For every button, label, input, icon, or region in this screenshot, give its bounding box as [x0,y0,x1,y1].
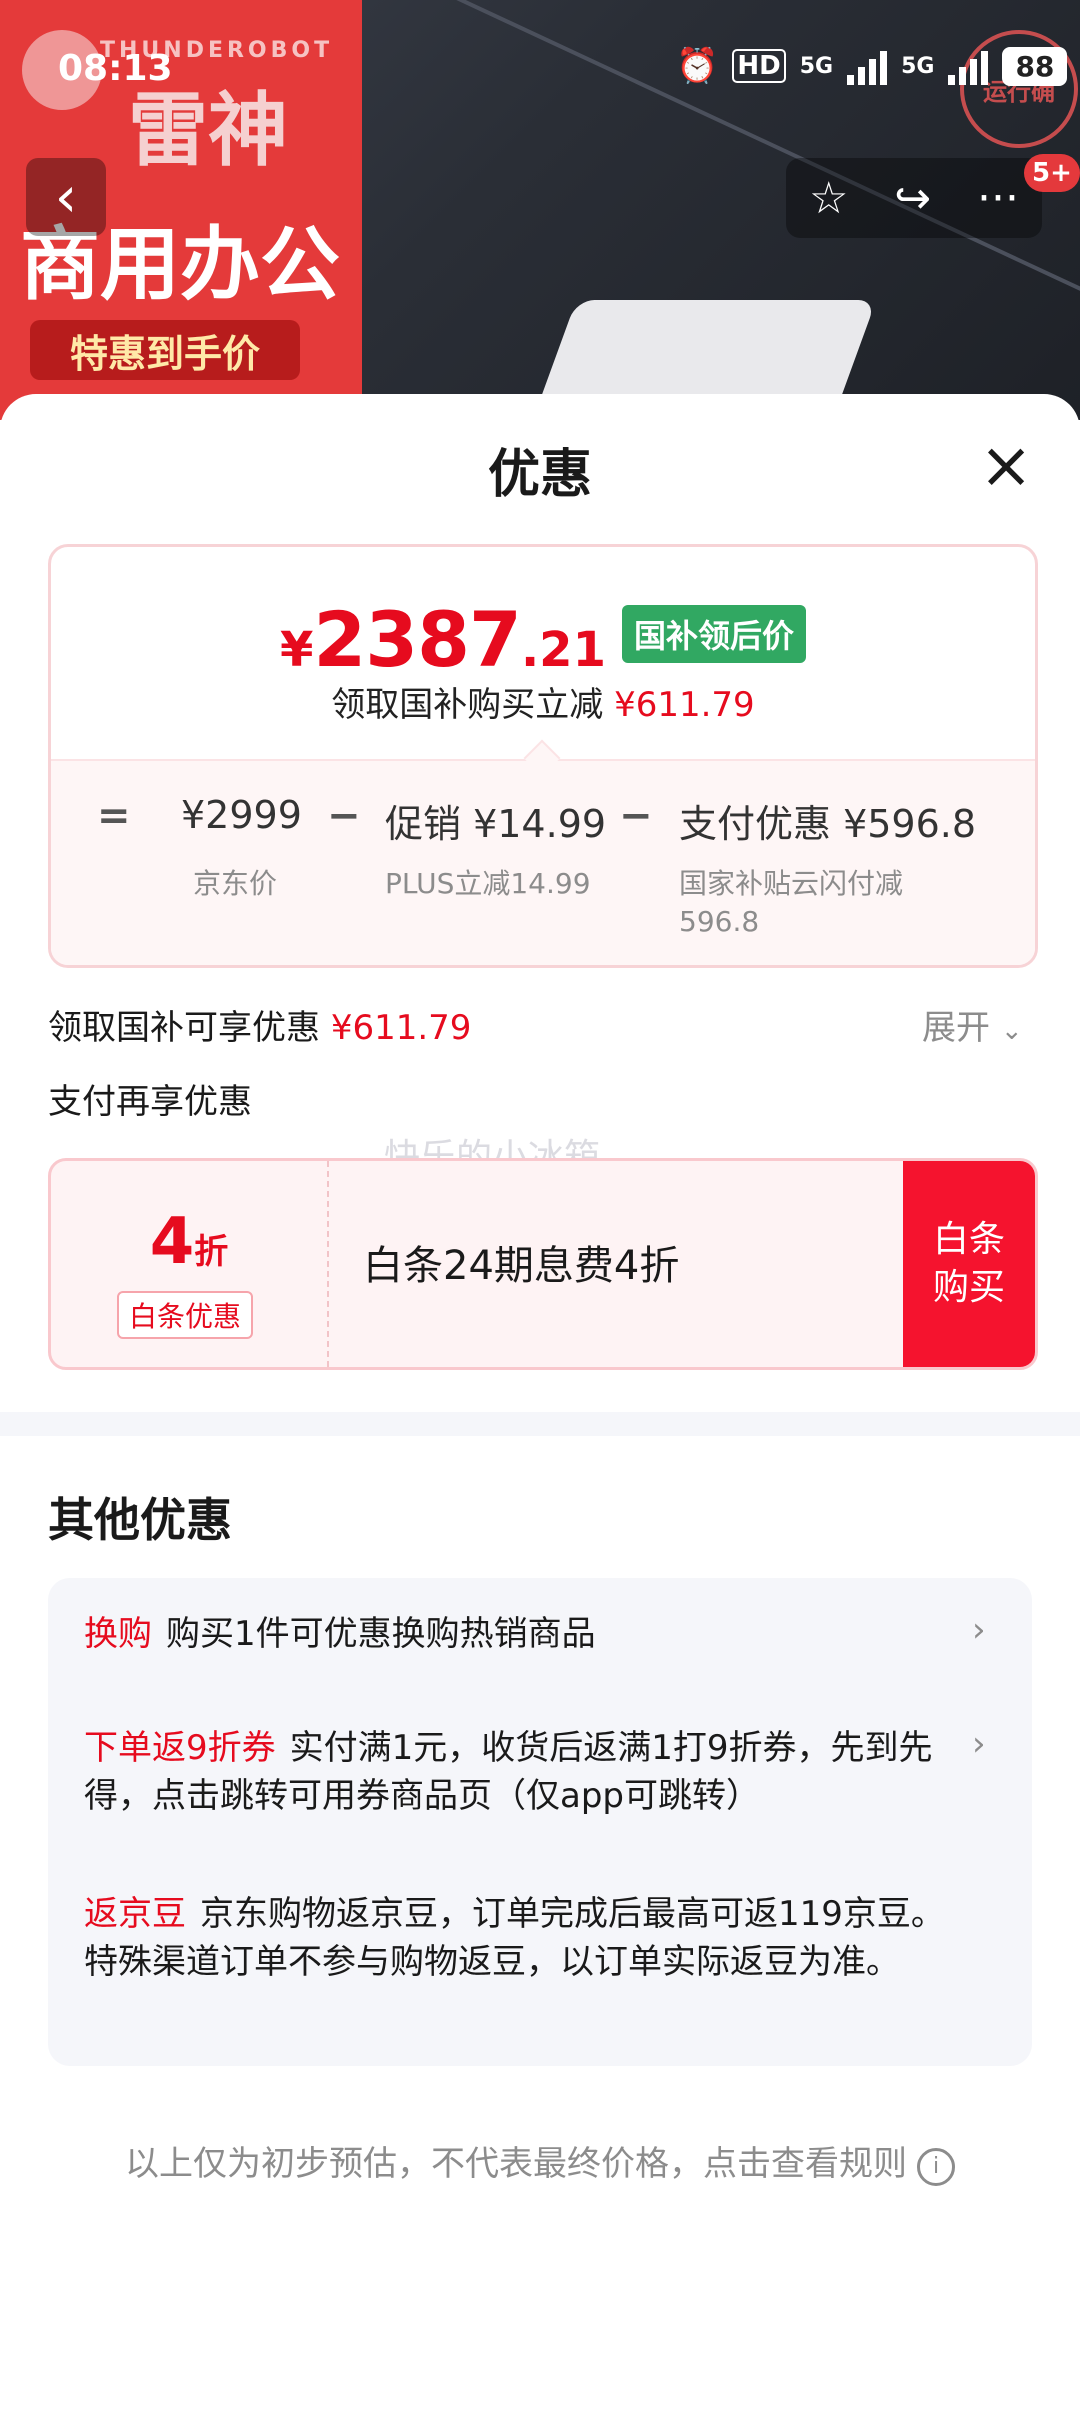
buy-button-line2: 购买 [932,1267,1005,1308]
nav-actions: ☆ ↪ ··· [786,158,1042,238]
formula-amount-jd: ¥2999 [181,793,302,837]
price-tag: 国补领后价 [621,604,806,663]
chevron-right-icon[interactable]: › [972,1724,986,1764]
price-decimal: .21 [520,622,606,678]
status-bar: 08:13 ⏰ HD 5G 5G 88 [0,0,1080,140]
status-time: 08:13 [58,48,173,89]
back-button[interactable]: ‹ [26,158,106,236]
coupon-discount-number: 4 [149,1205,195,1279]
list-item-jd-beans: 返京豆 京东购物返京豆，订单完成后最高可返119京豆。特殊渠道订单不参与购物返豆，… [84,1890,964,1986]
alarm-icon: ⏰ [676,46,719,86]
notification-badge: 5+ [1024,154,1080,192]
coupon-description: 白条24期息费4折 [363,1243,680,1289]
formula-label-promo: PLUS立减14.99 [385,867,591,900]
coupon-discount: 4折 [51,1205,327,1279]
chevron-left-icon: ‹ [54,164,78,230]
chevron-down-icon: ⌄ [1000,1016,1023,1046]
rules-note[interactable]: 以上仅为初步预估，不代表最终价格，点击查看规则 i [0,2136,1080,2188]
share-icon[interactable]: ↪ [894,173,931,224]
baitiao-buy-button[interactable]: 白条 购买 [903,1161,1035,1367]
status-icons: ⏰ HD 5G 5G 88 [676,46,1068,86]
coupon-discount-unit: 折 [194,1232,229,1272]
expand-label: 展开 [922,1008,990,1048]
formula-amount-promo: 促销 ¥14.99 [385,802,607,846]
discount-sheet: 优惠 × ¥ 2387 .21 国补领后价 领取国补购买立减 ¥611.79 =… [0,394,1080,2412]
rules-note-text: 以上仅为初步预估，不代表最终价格，点击查看规则 [125,2144,907,2184]
item-text: 京东购物返京豆，订单完成后最高可返119京豆。特殊渠道订单不参与购物返豆，以订单… [84,1894,945,1982]
more-icon[interactable]: ··· [977,173,1019,224]
item-tag: 返京豆 [84,1894,186,1934]
signal-icon-2 [948,47,989,85]
formula-op-equals: = [97,793,131,839]
item-tag: 换购 [84,1614,152,1654]
section-divider [0,1412,1080,1436]
network-type-1: 5G [799,53,834,79]
price-formula: = ¥2999 京东价 − 促销 ¥14.99 PLUS立减14.99 − 支付… [51,759,1035,965]
other-discounts-title: 其他优惠 [48,1493,232,1547]
buy-button-line1: 白条 [932,1219,1005,1260]
hd-icon: HD [732,49,786,83]
item-text: 购买1件可优惠换购热销商品 [166,1614,596,1654]
price-subline: 领取国补购买立减 ¥611.79 [51,677,1035,726]
poster-tag: 特惠到手价 [30,320,300,380]
final-price: ¥ 2387 .21 国补领后价 [51,595,1035,684]
guobu-label: 领取国补可享优惠 [48,1008,320,1048]
info-icon: i [917,2148,955,2186]
pay-row-label: 支付再享优惠 [48,1082,252,1122]
price-card: ¥ 2387 .21 国补领后价 领取国补购买立减 ¥611.79 = ¥299… [48,544,1038,968]
list-item-coupon-return[interactable]: 下单返9折券 实付满1元，收货后返满1打9折券，先到先得，点击跳转可用券商品页（仅… [84,1724,964,1820]
signal-icon [847,47,888,85]
formula-label-jd: 京东价 [193,867,278,900]
other-discounts-list: 换购 购买1件可优惠换购热销商品 › 下单返9折券 实付满1元，收货后返满1打9折券… [48,1578,1032,2066]
chevron-right-icon[interactable]: › [972,1610,986,1650]
network-type-2: 5G [901,53,935,79]
price-currency: ¥ [280,622,314,678]
subline-text: 领取国补购买立减 [331,685,604,725]
subline-amount: ¥611.79 [614,685,755,725]
formula-amount-pay: 支付优惠 ¥596.8 [679,802,977,846]
expand-button[interactable]: 展开 ⌄ [922,1000,1023,1049]
guobu-row: 领取国补可享优惠 ¥611.79 [48,1000,471,1049]
formula-op-minus-2: − [619,793,653,839]
star-icon[interactable]: ☆ [809,173,848,224]
sheet-title: 优惠 [487,445,592,505]
baitiao-coupon: 4折 白条优惠 白条24期息费4折 白条 购买 [48,1158,1038,1370]
formula-label-pay: 国家补贴云闪付减 596.8 [679,867,904,938]
close-button[interactable]: × [976,434,1036,498]
item-tag: 下单返9折券 [84,1728,276,1768]
close-icon: × [979,429,1033,503]
formula-op-minus-1: − [327,793,361,839]
coupon-badge: 白条优惠 [117,1291,254,1339]
battery-icon: 88 [1002,46,1068,86]
price-integer: 2387 [313,595,522,684]
list-item-exchange[interactable]: 换购 购买1件可优惠换购热销商品 [84,1610,964,1658]
coupon-left: 4折 白条优惠 [51,1161,329,1367]
guobu-amount: ¥611.79 [330,1008,472,1048]
